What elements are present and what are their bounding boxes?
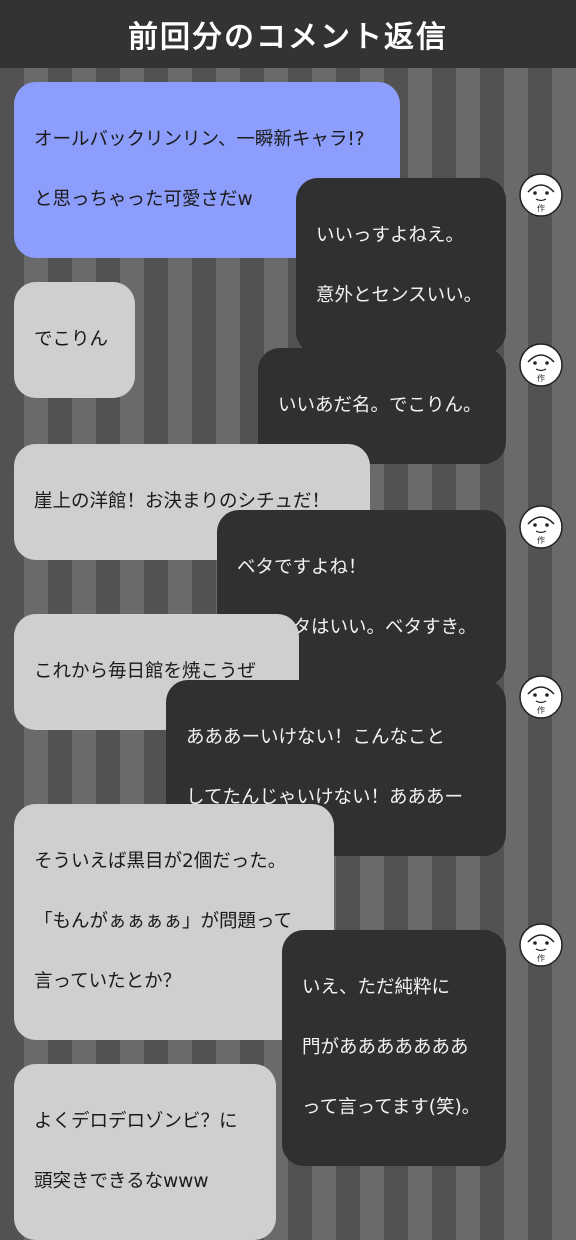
- author-reply-bubble: いえ、ただ純粋に 門があああああああ って言ってます(笑)。: [282, 930, 506, 1166]
- comment-line: でこりん: [34, 329, 109, 350]
- avatar-label: 作: [537, 203, 545, 213]
- avatar-label: 作: [537, 705, 545, 715]
- reply-line: ベタですよね！: [237, 557, 367, 578]
- author-avatar: 作: [518, 922, 564, 968]
- comment-line: そういえば黒目が2個だった。: [34, 851, 287, 872]
- reader-comment-bubble: でこりん: [14, 282, 135, 398]
- reply-line: って言ってます(笑)。: [302, 1097, 481, 1118]
- author-face-icon: 作: [519, 923, 563, 967]
- author-avatar: 作: [518, 674, 564, 720]
- comment-line: 頭突きできるなwww: [34, 1171, 209, 1192]
- author-face-icon: 作: [519, 343, 563, 387]
- author-avatar: 作: [518, 172, 564, 218]
- reply-line: 門があああああああ: [302, 1037, 469, 1058]
- page-title: 前回分のコメント返信: [0, 0, 576, 68]
- reply-line: いいっすよねえ。: [316, 225, 465, 246]
- author-face-icon: 作: [519, 173, 563, 217]
- comment-line: よくデロデロゾンビ？に: [34, 1111, 238, 1132]
- reader-comment-bubble: よくデロデロゾンビ？に 頭突きできるなwww: [14, 1064, 276, 1240]
- reply-line: いいあだ名。でこりん。: [278, 395, 482, 416]
- author-avatar: 作: [518, 504, 564, 550]
- author-face-icon: 作: [519, 675, 563, 719]
- comment-line: 言っていたとか？: [34, 971, 182, 992]
- comment-line: 「もんがぁぁぁぁ」が問題って: [34, 911, 293, 932]
- comment-line: オールバックリンリン、一瞬新キャラ!?: [34, 129, 365, 150]
- avatar-label: 作: [537, 535, 545, 545]
- avatar-label: 作: [537, 373, 545, 383]
- reply-line: いえ、ただ純粋に: [302, 977, 451, 998]
- author-reply-bubble: いいっすよねえ。 意外とセンスいい。: [296, 178, 506, 354]
- reply-line: 意外とセンスいい。: [316, 285, 483, 306]
- author-avatar: 作: [518, 342, 564, 388]
- avatar-label: 作: [537, 953, 545, 963]
- reply-line: あああーいけない！こんなこと: [186, 727, 446, 748]
- author-face-icon: 作: [519, 505, 563, 549]
